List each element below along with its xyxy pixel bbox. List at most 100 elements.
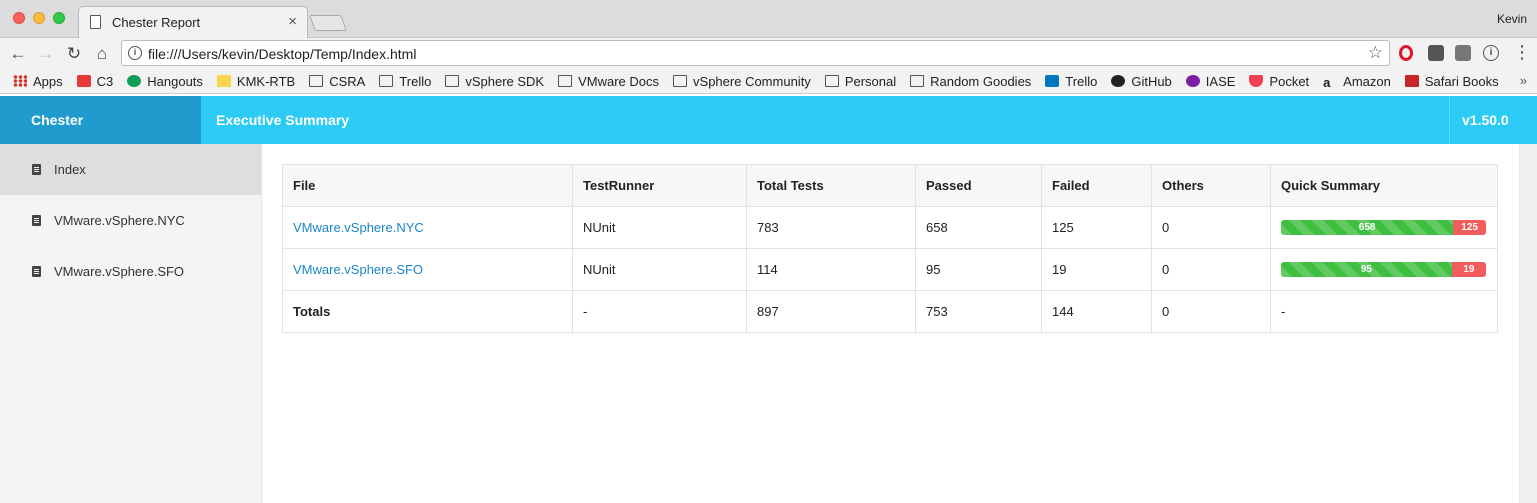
github-icon — [1111, 75, 1126, 87]
testrunner-cell: - — [572, 290, 747, 333]
file-link[interactable]: VMware.vSphere.NYC — [282, 206, 573, 249]
table-header-row: File TestRunner Total Tests Passed Faile… — [282, 164, 1498, 207]
browser-tab-bar: Chester Report × Kevin — [0, 0, 1537, 38]
back-arrow-icon[interactable]: ← — [7, 43, 29, 65]
failed-cell: 19 — [1041, 248, 1152, 291]
trello-icon — [1045, 75, 1060, 87]
page-title: Executive Summary — [216, 112, 350, 128]
sidebar-item-label: VMware.vSphere.NYC — [54, 213, 185, 228]
bookmarks-overflow-icon[interactable]: » — [1520, 73, 1527, 88]
summary-progress-bar: 95 19 — [1281, 262, 1486, 277]
safari-books-icon — [1404, 75, 1419, 87]
folder-icon — [558, 75, 573, 87]
bookmark-item[interactable]: vSphere Community — [673, 74, 811, 89]
close-tab-icon[interactable]: × — [288, 13, 297, 30]
address-bar[interactable]: i file:///Users/kevin/Desktop/Temp/Index… — [121, 40, 1390, 66]
bookmark-label: vSphere Community — [693, 73, 811, 89]
bookmark-item[interactable]: Trello — [379, 74, 431, 89]
failed-cell: 144 — [1041, 290, 1152, 333]
sidebar: Index VMware.vSphere.NYC VMware.vSphere.… — [0, 144, 262, 503]
window-minimize-button[interactable] — [33, 12, 45, 24]
column-header-testrunner: TestRunner — [572, 164, 747, 207]
iase-icon — [1185, 75, 1200, 87]
bookmark-item[interactable]: Trello — [1045, 74, 1097, 89]
bookmark-label: Hangouts — [147, 73, 203, 89]
bookmark-label: KMK-RTB — [236, 73, 296, 89]
apps-icon — [13, 75, 27, 87]
bookmark-item[interactable]: GitHub — [1111, 73, 1172, 89]
column-header-file: File — [282, 164, 573, 207]
browser-toolbar: ← → ↻ ⌂ i file:///Users/kevin/Desktop/Te… — [0, 38, 1537, 69]
bookmark-label: Apps — [33, 73, 63, 89]
bookmark-item[interactable]: Apps — [13, 74, 63, 89]
folder-icon — [824, 75, 839, 87]
bookmark-label: Pocket — [1269, 73, 1310, 89]
folder-icon — [379, 75, 394, 87]
document-icon — [32, 266, 41, 277]
column-header-failed: Failed — [1041, 164, 1152, 207]
bookmark-item[interactable]: Random Goodies — [910, 74, 1031, 89]
bookmarks-bar: Apps C3 Hangouts KMK-RTB CSRA Trello vSphere S… — [0, 69, 1537, 94]
bookmark-label: Amazon — [1343, 73, 1391, 89]
total-tests-cell: 897 — [746, 290, 916, 333]
sidebar-item-index[interactable]: Index — [0, 144, 261, 195]
brand-title[interactable]: Chester — [0, 96, 201, 144]
browser-menu-icon[interactable]: ⋮ — [1513, 42, 1531, 63]
url-text[interactable]: file:///Users/kevin/Desktop/Temp/Index.h… — [148, 46, 416, 62]
tab-title: Chester Report — [112, 15, 201, 30]
passed-cell: 753 — [915, 290, 1042, 333]
bookmark-item[interactable]: C3 — [76, 74, 113, 89]
reload-icon[interactable]: ↻ — [63, 43, 85, 65]
home-icon[interactable]: ⌂ — [91, 43, 113, 65]
failed-cell: 125 — [1041, 206, 1152, 249]
sidebar-item-nyc[interactable]: VMware.vSphere.NYC — [0, 195, 261, 246]
bookmark-item[interactable]: VMware Docs — [558, 74, 659, 89]
page-icon — [90, 15, 101, 29]
bookmark-item[interactable]: Safari Books — [1404, 74, 1499, 89]
testrunner-cell: NUnit — [572, 248, 747, 291]
bookmark-item[interactable]: Personal — [824, 74, 896, 89]
pocket-extension-icon[interactable] — [1428, 45, 1444, 61]
extension-icon[interactable] — [1455, 45, 1471, 61]
bookmark-label: CSRA — [329, 73, 366, 89]
folder-icon — [445, 75, 460, 87]
total-tests-cell: 114 — [746, 248, 916, 291]
info-icon[interactable]: i — [128, 46, 142, 60]
bookmark-star-icon[interactable]: ☆ — [1368, 43, 1383, 63]
bookmark-label: GitHub — [1131, 73, 1172, 89]
bookmark-item[interactable]: vSphere SDK — [445, 74, 544, 89]
browser-tab[interactable]: Chester Report × — [78, 6, 308, 38]
document-icon — [32, 215, 41, 226]
bookmark-item[interactable]: CSRA — [309, 74, 365, 89]
sidebar-item-label: Index — [54, 162, 86, 177]
table-row: VMware.vSphere.SFO NUnit 114 95 19 0 95 … — [282, 248, 1498, 291]
profile-name[interactable]: Kevin — [1497, 12, 1527, 26]
info-extension-icon[interactable]: i — [1483, 45, 1499, 61]
testrunner-cell: NUnit — [572, 206, 747, 249]
results-table: File TestRunner Total Tests Passed Faile… — [282, 164, 1498, 333]
passed-segment: 95 — [1281, 262, 1452, 277]
window-maximize-button[interactable] — [53, 12, 65, 24]
column-header-passed: Passed — [915, 164, 1042, 207]
window-close-button[interactable] — [13, 12, 25, 24]
bookmark-item[interactable]: Hangouts — [127, 74, 203, 89]
opera-extension-icon[interactable] — [1399, 45, 1413, 61]
c3-icon — [76, 75, 91, 87]
forward-arrow-icon[interactable]: → — [35, 43, 57, 65]
app-header: Chester Executive Summary v1.50.0 — [0, 96, 1537, 144]
sidebar-item-sfo[interactable]: VMware.vSphere.SFO — [0, 246, 261, 297]
new-tab-button[interactable] — [309, 15, 347, 31]
bookmark-label: Trello — [399, 73, 432, 89]
file-link[interactable]: VMware.vSphere.SFO — [282, 248, 573, 291]
total-tests-cell: 783 — [746, 206, 916, 249]
folder-icon — [673, 75, 688, 87]
bookmark-item[interactable]: IASE — [1185, 74, 1235, 89]
bookmark-item[interactable]: Pocket — [1249, 74, 1309, 89]
column-header-others: Others — [1151, 164, 1271, 207]
bookmark-item[interactable]: KMK-RTB — [216, 73, 296, 89]
scrollbar[interactable] — [1519, 144, 1537, 503]
hangouts-icon — [127, 75, 142, 87]
bookmark-label: VMware Docs — [578, 73, 660, 89]
quick-summary-cell: - — [1270, 290, 1498, 333]
bookmark-item[interactable]: a Amazon — [1323, 73, 1391, 91]
